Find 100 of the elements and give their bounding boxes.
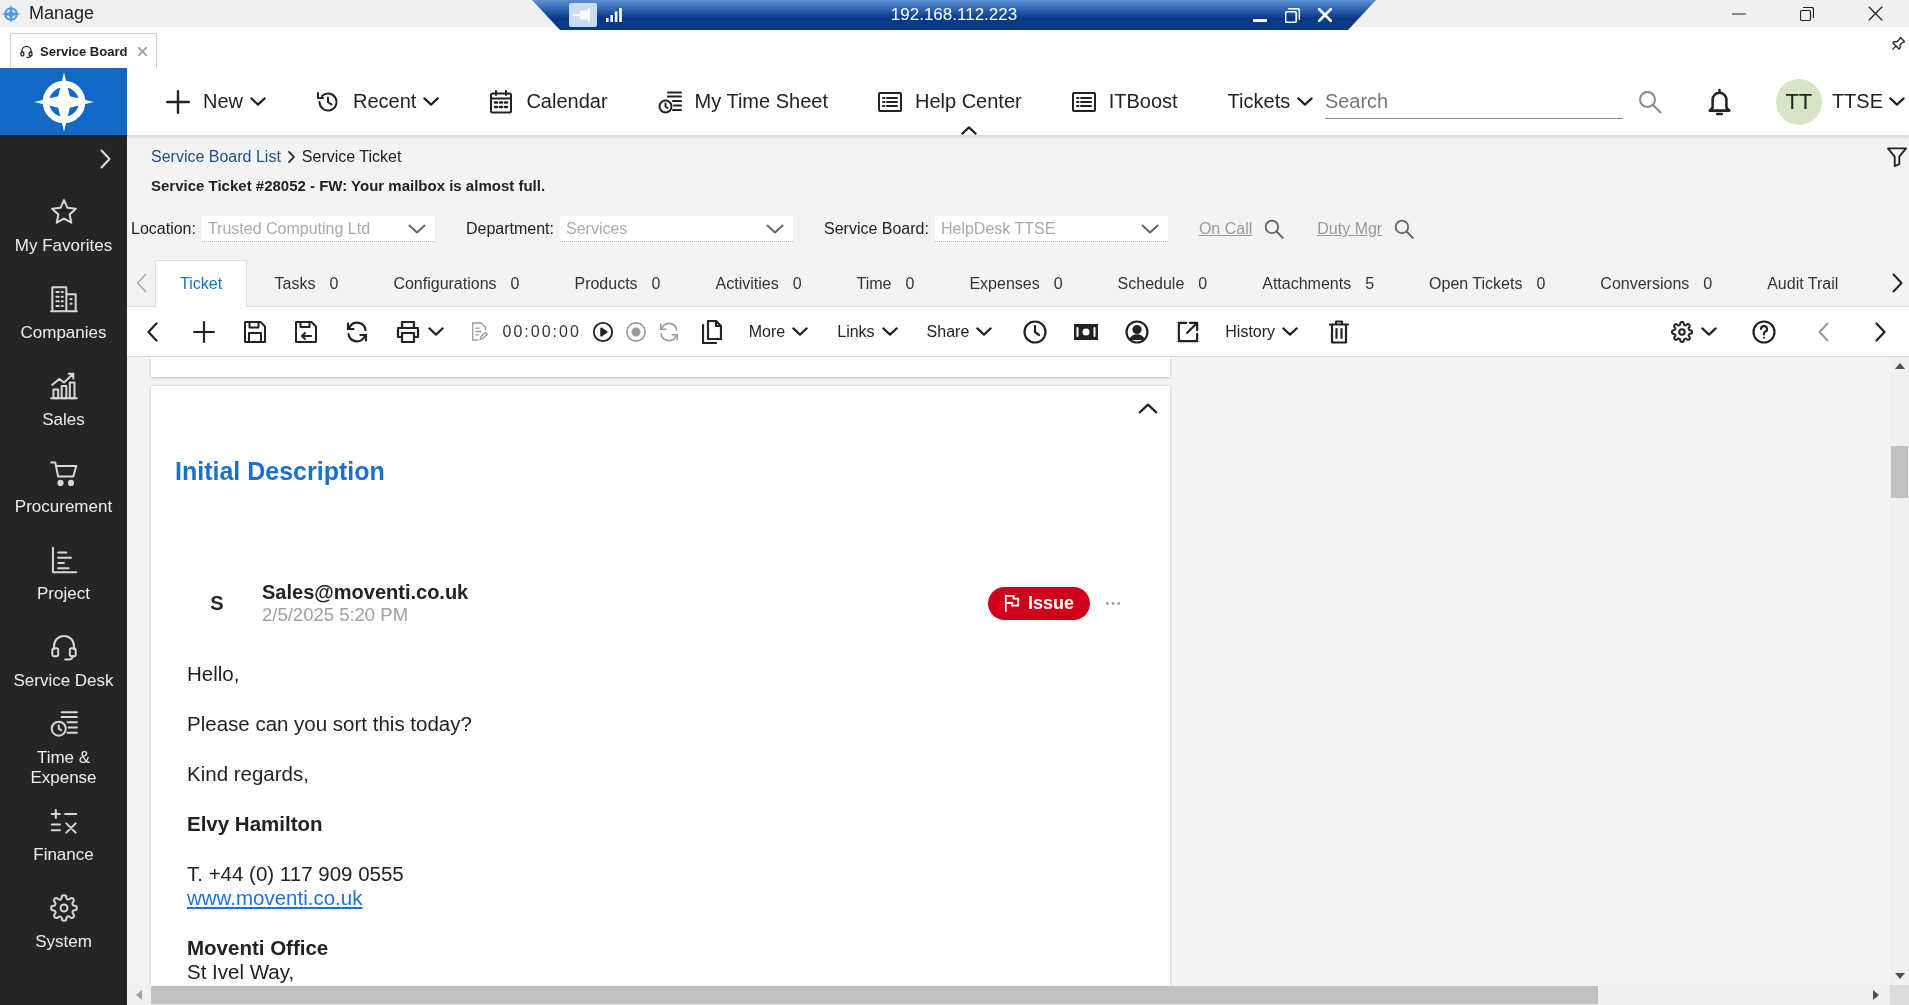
sidebar-item[interactable]: Finance (0, 792, 127, 879)
list-icon (1071, 89, 1096, 114)
nav-link[interactable]: Calendar (489, 89, 608, 114)
menu-button[interactable]: Links (837, 322, 898, 341)
copy-icon[interactable] (701, 319, 722, 344)
trash-icon[interactable] (1329, 319, 1350, 344)
timer-display: 00:00:00 (502, 322, 581, 341)
scrollbar-thumb[interactable] (151, 986, 1598, 1004)
tab[interactable]: Time 0 (829, 260, 942, 307)
breadcrumb-link[interactable]: Service Board List (151, 148, 281, 166)
sidebar-item[interactable]: Procurement (0, 444, 127, 531)
chevron-up-icon[interactable] (961, 126, 977, 135)
search-icon[interactable] (1637, 89, 1662, 114)
tab[interactable]: Conversions 0 (1572, 260, 1740, 307)
scroll-right-icon[interactable] (1873, 990, 1879, 1000)
signal-bars-icon (606, 8, 622, 22)
tab[interactable]: Audit Trail (1739, 260, 1866, 307)
sidebar-item[interactable]: System (0, 879, 127, 966)
bell-icon[interactable] (1707, 87, 1731, 116)
logo-panel[interactable] (0, 68, 127, 135)
nav-link[interactable]: Help Center (877, 89, 1022, 114)
help-icon[interactable] (1752, 319, 1776, 344)
scroll-down-icon[interactable] (1894, 973, 1905, 979)
field-label: Service Board: (824, 220, 929, 238)
sidebar-item[interactable]: Time & Expense (0, 705, 127, 792)
more-icon[interactable] (1106, 601, 1120, 605)
filter-icon[interactable] (1887, 147, 1907, 167)
menu-button[interactable]: History (1225, 322, 1299, 341)
banknote-icon[interactable] (1074, 323, 1099, 340)
breadcrumb-current: Service Ticket (301, 148, 402, 166)
tab[interactable]: Activities 0 (688, 260, 830, 307)
tab[interactable]: Configurations 0 (365, 260, 547, 307)
sidebar-item[interactable]: My Favorites (0, 183, 127, 270)
user-avatar[interactable]: TT (1775, 78, 1822, 125)
user-menu-button[interactable]: TTSE (1831, 90, 1905, 113)
sidebar-item[interactable]: Companies (0, 270, 127, 357)
close-icon[interactable] (1867, 6, 1883, 21)
nav-menu-button[interactable]: Tickets (1227, 90, 1314, 113)
tab[interactable]: Attachments 5 (1234, 260, 1402, 307)
tab[interactable]: Schedule 0 (1090, 260, 1235, 307)
caret-down-icon (407, 223, 426, 234)
clock-list-icon (657, 89, 682, 114)
gear-icon (49, 893, 78, 922)
circular-arrows-icon[interactable] (344, 319, 369, 344)
caret-down-icon (766, 223, 784, 234)
settings-menu-button[interactable] (1671, 320, 1717, 343)
tab[interactable]: Expenses 0 (941, 260, 1091, 307)
pin-icon[interactable] (1892, 36, 1906, 50)
nav-link[interactable]: ITBoost (1071, 89, 1178, 114)
caret-down-icon (1282, 327, 1299, 336)
tab[interactable]: Open Tickets 0 (1401, 260, 1573, 307)
chevron-right-icon[interactable] (1892, 273, 1903, 293)
plus-icon[interactable] (192, 320, 215, 343)
issue-tag[interactable]: Issue (987, 586, 1090, 620)
clock-list-icon (49, 709, 78, 738)
floppy-disk-arrow-icon[interactable] (294, 320, 317, 343)
app-tab[interactable]: Service Board (10, 33, 158, 68)
window-title: Manage (29, 3, 95, 24)
signature-text: Elvy Hamilton (187, 812, 323, 836)
message-date: 2/5/2025 5:20 PM (262, 604, 410, 626)
scroll-up-icon[interactable] (1894, 363, 1905, 369)
nav-link[interactable]: My Time Sheet (657, 89, 828, 114)
signature-text: Moventi Office (187, 936, 329, 960)
chart-list-icon (49, 545, 78, 574)
search-icon[interactable] (1394, 219, 1415, 239)
restore-icon[interactable] (1285, 7, 1300, 23)
menu-button[interactable]: Share (926, 322, 993, 341)
caret-down-icon (1297, 97, 1314, 106)
field-label: Department: (465, 220, 554, 238)
caret-down-icon (423, 97, 440, 106)
calendar-icon (489, 89, 514, 114)
sidebar-item[interactable]: Project (0, 531, 127, 618)
play-circle-icon[interactable] (591, 320, 614, 343)
nav-menu-button[interactable]: New (166, 89, 266, 114)
chevron-up-icon[interactable] (1138, 402, 1158, 414)
chevron-left-icon[interactable] (147, 321, 158, 342)
math-symbols-icon (49, 806, 78, 835)
nav-menu-button[interactable]: Recent (316, 89, 440, 114)
sidebar-item[interactable]: Service Desk (0, 618, 127, 705)
user-circle-icon[interactable] (1125, 319, 1150, 344)
sidebar-item[interactable]: Sales (0, 357, 127, 444)
stop-circle-icon[interactable] (624, 320, 647, 343)
tab[interactable]: Products 0 (546, 260, 688, 307)
history-icon (316, 89, 340, 114)
external-link-icon[interactable] (1177, 320, 1200, 343)
website-link[interactable]: www.moventi.co.uk (187, 886, 363, 910)
tab[interactable]: Tasks 0 (247, 260, 366, 307)
clock-icon[interactable] (1023, 319, 1048, 344)
chevron-right-icon[interactable] (1875, 321, 1886, 342)
print-menu-button[interactable] (395, 319, 444, 344)
search-icon[interactable] (1264, 219, 1285, 239)
restore-icon[interactable] (1800, 6, 1814, 21)
field-label: Location: (131, 220, 196, 238)
caret-down-icon (427, 327, 444, 336)
menu-button[interactable]: More (748, 322, 809, 341)
flag-icon (1003, 594, 1020, 612)
document-pencil-icon[interactable] (471, 322, 488, 341)
scrollbar-thumb[interactable] (1891, 446, 1908, 498)
search-field[interactable]: Search (1324, 84, 1623, 119)
tab[interactable]: Ticket (155, 260, 248, 307)
